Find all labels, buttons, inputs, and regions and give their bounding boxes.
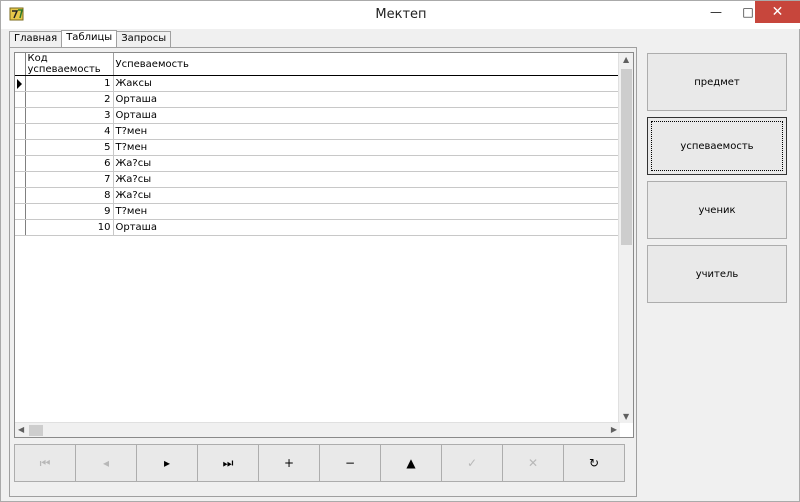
table-row[interactable]: 5 Т?мен (15, 139, 624, 156)
row-indicator[interactable] (15, 187, 26, 204)
table-row[interactable]: 8 Жа?сы (15, 187, 624, 204)
column-header-value[interactable]: Успеваемость (113, 53, 624, 76)
cell-code[interactable]: 1 (25, 75, 114, 92)
data-grid[interactable]: Код успеваемость Успеваемость 1 Жаксы 2 Орт… (14, 52, 634, 438)
scroll-up-icon[interactable]: ▲ (623, 55, 629, 64)
cell-code[interactable]: 9 (25, 203, 114, 220)
row-indicator[interactable] (15, 107, 26, 124)
cell-code[interactable]: 6 (25, 155, 114, 172)
row-indicator[interactable] (15, 219, 26, 236)
teacher-button[interactable]: учитель (647, 245, 787, 303)
next-record-button[interactable]: ▸ (136, 444, 198, 482)
tab-queries[interactable]: Запросы (116, 31, 172, 47)
cell-value[interactable]: Жа?сы (113, 187, 624, 204)
delete-record-button[interactable]: − (319, 444, 381, 482)
table-row[interactable]: 10 Орташа (15, 219, 624, 236)
cell-value[interactable]: Жа?сы (113, 171, 624, 188)
horizontal-scrollbar[interactable]: ◀ ▶ (15, 422, 620, 437)
main-window: Мектеп — □ ✕ Главная Таблицы Запросы Код… (0, 0, 800, 502)
row-indicator[interactable] (15, 139, 26, 156)
current-row-indicator-icon[interactable] (15, 75, 26, 92)
grid-header-row: Код успеваемость Успеваемость (15, 53, 624, 76)
grid-table: Код успеваемость Успеваемость 1 Жаксы 2 Орт… (15, 53, 624, 236)
edit-record-button[interactable]: ▲ (380, 444, 442, 482)
tab-main[interactable]: Главная (9, 31, 63, 47)
tables-panel: Код успеваемость Успеваемость 1 Жаксы 2 Орт… (9, 47, 637, 497)
close-button[interactable]: ✕ (755, 1, 800, 23)
subject-button[interactable]: предмет (647, 53, 787, 111)
table-row[interactable]: 1 Жаксы (15, 75, 624, 92)
title-bar: Мектеп — □ ✕ (1, 1, 800, 29)
cell-value[interactable]: Т?мен (113, 123, 624, 140)
prior-record-button[interactable]: ◂ (75, 444, 137, 482)
minimize-button[interactable]: — (697, 1, 735, 23)
column-header-code[interactable]: Код успеваемость (25, 53, 114, 76)
refresh-button[interactable]: ↻ (563, 444, 625, 482)
table-row[interactable]: 7 Жа?сы (15, 171, 624, 188)
cell-value[interactable]: Т?мен (113, 139, 624, 156)
last-record-button[interactable]: ⏭ (197, 444, 259, 482)
cell-code[interactable]: 5 (25, 139, 114, 156)
post-record-button[interactable]: ✓ (441, 444, 503, 482)
horizontal-scroll-thumb[interactable] (29, 425, 43, 436)
table-row[interactable]: 4 Т?мен (15, 123, 624, 140)
cancel-record-button[interactable]: ✕ (502, 444, 564, 482)
table-row[interactable]: 3 Орташа (15, 107, 624, 124)
window-title: Мектеп (375, 7, 427, 22)
vertical-scrollbar[interactable]: ▲ ▼ (618, 53, 633, 423)
cell-value[interactable]: Т?мен (113, 203, 624, 220)
row-indicator[interactable] (15, 91, 26, 108)
scroll-right-icon[interactable]: ▶ (611, 425, 617, 434)
row-indicator[interactable] (15, 123, 26, 140)
cell-code[interactable]: 7 (25, 171, 114, 188)
cell-value[interactable]: Жа?сы (113, 155, 624, 172)
table-row[interactable]: 6 Жа?сы (15, 155, 624, 172)
cell-value[interactable]: Орташа (113, 91, 624, 108)
cell-code[interactable]: 3 (25, 107, 114, 124)
table-row[interactable]: 2 Орташа (15, 91, 624, 108)
first-record-button[interactable]: ⏮ (14, 444, 76, 482)
cell-code[interactable]: 4 (25, 123, 114, 140)
row-indicator[interactable] (15, 171, 26, 188)
db-navigator: ⏮ ◂ ▸ ⏭ + − ▲ ✓ ✕ ↻ (14, 444, 634, 482)
cell-code[interactable]: 8 (25, 187, 114, 204)
grid-body: 1 Жаксы 2 Орташа 3 Орташа 4 Т?мен 5 Т?мен 6 Жа?сы 7 Ж… (15, 75, 624, 236)
row-indicator[interactable] (15, 155, 26, 172)
student-button[interactable]: ученик (647, 181, 787, 239)
scroll-left-icon[interactable]: ◀ (18, 425, 24, 434)
cell-code[interactable]: 10 (25, 219, 114, 236)
performance-button[interactable]: успеваемость (647, 117, 787, 175)
insert-record-button[interactable]: + (258, 444, 320, 482)
vertical-scroll-thumb[interactable] (621, 69, 632, 245)
cell-value[interactable]: Орташа (113, 107, 624, 124)
tab-tables[interactable]: Таблицы (61, 30, 118, 47)
table-row[interactable]: 9 Т?мен (15, 203, 624, 220)
cell-value[interactable]: Жаксы (113, 75, 624, 92)
scroll-down-icon[interactable]: ▼ (623, 412, 629, 421)
tab-strip: Главная Таблицы Запросы (9, 30, 172, 47)
cell-code[interactable]: 2 (25, 91, 114, 108)
row-indicator[interactable] (15, 203, 26, 220)
cell-value[interactable]: Орташа (113, 219, 624, 236)
indicator-header (15, 53, 26, 76)
